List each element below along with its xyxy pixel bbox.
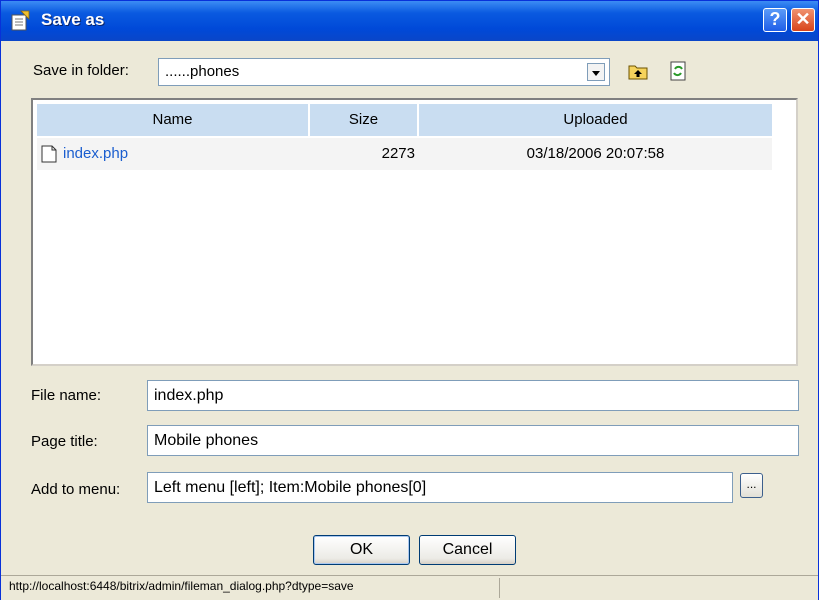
- file-name-input[interactable]: index.php: [147, 380, 799, 411]
- file-list[interactable]: Name Size Uploaded index.php 2273 03/18/…: [31, 98, 798, 366]
- title-bar[interactable]: Save as ? ✕: [1, 1, 818, 41]
- save-as-dialog: Save as ? ✕ Save in folder: ......phones…: [0, 0, 819, 600]
- file-uploaded: 03/18/2006 20:07:58: [526, 145, 665, 162]
- add-to-menu-label: Add to menu:: [31, 481, 121, 498]
- file-size: 2273: [381, 145, 415, 162]
- file-name-link[interactable]: index.php: [63, 138, 128, 170]
- column-header-size[interactable]: Size: [310, 104, 417, 136]
- column-header-name[interactable]: Name: [37, 104, 308, 136]
- page-title-input[interactable]: Mobile phones: [147, 425, 799, 456]
- save-document-icon: [11, 10, 30, 31]
- refresh-icon[interactable]: [668, 61, 688, 81]
- status-url: http://localhost:6448/bitrix/admin/filem…: [9, 579, 354, 593]
- ok-button[interactable]: OK: [313, 535, 410, 565]
- status-bar: http://localhost:6448/bitrix/admin/filem…: [1, 575, 818, 600]
- column-header-uploaded[interactable]: Uploaded: [419, 104, 772, 136]
- folder-select[interactable]: ......phones: [158, 58, 610, 86]
- table-row[interactable]: index.php 2273 03/18/2006 20:07:58: [37, 138, 772, 170]
- folder-select-value: ......phones: [165, 63, 240, 80]
- chevron-down-icon[interactable]: [587, 63, 605, 81]
- add-to-menu-input[interactable]: Left menu [left]; Item:Mobile phones[0]: [147, 472, 733, 503]
- help-button[interactable]: ?: [763, 8, 787, 32]
- folder-up-icon[interactable]: [628, 61, 648, 81]
- file-name-label: File name:: [31, 387, 102, 404]
- page-title-label: Page title:: [31, 433, 98, 450]
- close-button[interactable]: ✕: [791, 8, 815, 32]
- cancel-button[interactable]: Cancel: [419, 535, 516, 565]
- document-icon: [41, 145, 57, 163]
- save-in-folder-label: Save in folder:: [33, 62, 129, 79]
- dialog-title: Save as: [41, 10, 105, 29]
- browse-menu-button[interactable]: ...: [740, 473, 763, 498]
- status-divider: [499, 578, 500, 598]
